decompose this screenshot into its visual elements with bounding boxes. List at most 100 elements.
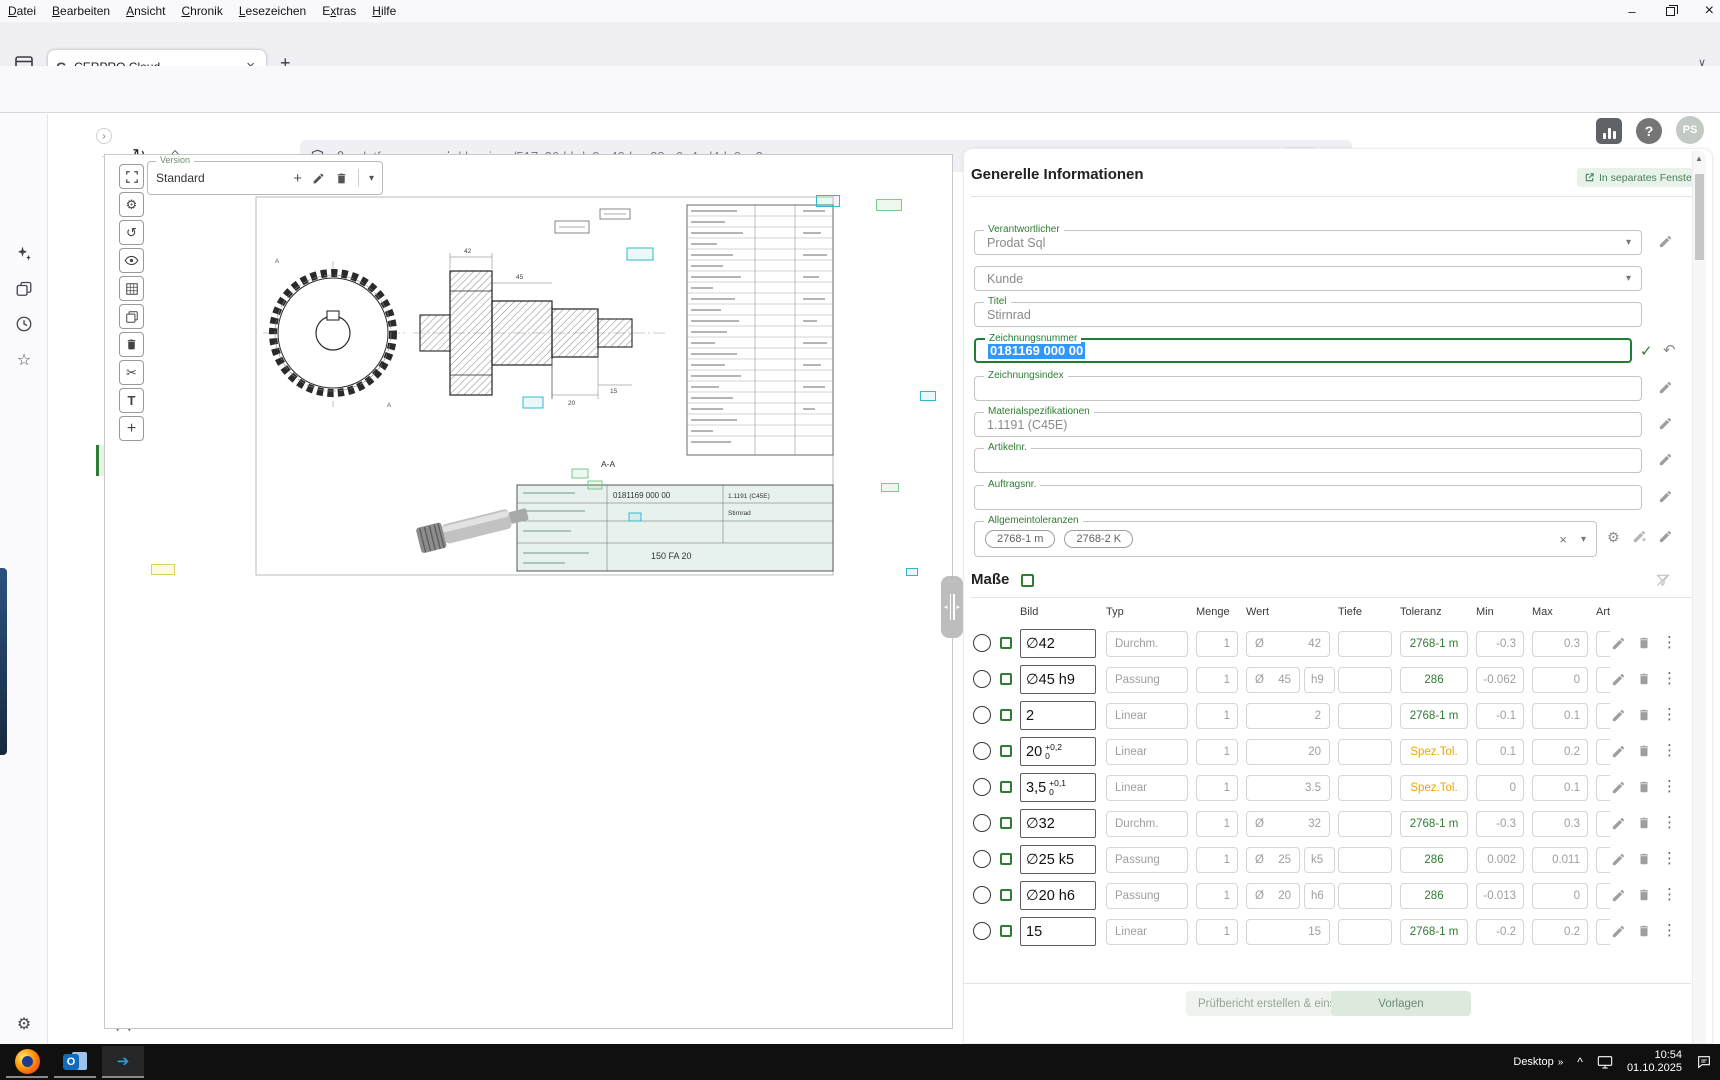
rotate-icon[interactable]: ↺	[119, 220, 144, 245]
measure-tolerance-input[interactable]: Spez.Tol.	[1400, 775, 1468, 801]
measure-more-icon[interactable]: ⋮	[1662, 777, 1677, 795]
edit-measure-icon[interactable]	[1611, 744, 1626, 759]
measure-radio[interactable]	[973, 670, 991, 688]
measure-checkbox[interactable]	[1000, 925, 1012, 937]
bookmarks-panel-icon[interactable]	[12, 278, 36, 302]
measure-max-input[interactable]: 0.2	[1532, 739, 1588, 765]
add-tolerance-icon[interactable]	[1632, 529, 1647, 544]
menu-ansicht[interactable]: Ansicht	[118, 4, 173, 18]
measure-dimension-preview[interactable]: ∅42	[1020, 629, 1096, 658]
measure-value-input[interactable]: 2	[1246, 703, 1330, 729]
grid-icon[interactable]	[119, 276, 144, 301]
measure-tolerance-input[interactable]: 2768-1 m	[1400, 631, 1468, 657]
edit-version-icon[interactable]	[312, 172, 325, 185]
measure-art-input[interactable]	[1596, 739, 1610, 765]
measure-type-input[interactable]: Passung	[1106, 883, 1188, 909]
measure-dimension-preview[interactable]: ∅20 h6	[1020, 881, 1096, 910]
chevron-down-icon[interactable]: ▾	[1626, 273, 1641, 284]
measure-dimension-preview[interactable]: 2	[1020, 701, 1096, 730]
measure-art-input[interactable]	[1596, 667, 1610, 693]
statistics-icon[interactable]	[1596, 118, 1622, 144]
measure-dimension-preview[interactable]: ∅45 h9	[1020, 665, 1096, 694]
edit-measure-icon[interactable]	[1611, 816, 1626, 831]
measure-max-input[interactable]: 0.1	[1532, 703, 1588, 729]
delete-measure-icon[interactable]	[1637, 708, 1651, 722]
measure-depth-input[interactable]	[1338, 739, 1392, 765]
measure-max-input[interactable]: 0.2	[1532, 919, 1588, 945]
version-select[interactable]: Standard	[156, 171, 283, 185]
menu-bearbeiten[interactable]: Bearbeiten	[44, 4, 118, 18]
text-tool-icon[interactable]: T	[119, 388, 144, 413]
measure-max-input[interactable]: 0	[1532, 667, 1588, 693]
measure-value-input[interactable]: Ø32	[1246, 811, 1330, 837]
measure-art-input[interactable]	[1596, 703, 1610, 729]
measure-more-icon[interactable]: ⋮	[1662, 813, 1677, 831]
taskbar-firefox-icon[interactable]	[6, 1046, 48, 1078]
measure-art-input[interactable]	[1596, 811, 1610, 837]
taskbar-app-icon[interactable]: ➔	[102, 1046, 144, 1078]
measure-more-icon[interactable]: ⋮	[1662, 921, 1677, 939]
version-dropdown-icon[interactable]: ▾	[369, 173, 374, 184]
display-icon[interactable]	[1597, 1055, 1613, 1069]
clear-icon[interactable]: ×	[1559, 532, 1567, 547]
measure-type-input[interactable]: Linear	[1106, 703, 1188, 729]
scroll-up-icon[interactable]: ▲	[1695, 154, 1703, 163]
measure-dimension-preview[interactable]: 20+0,20	[1020, 737, 1096, 766]
measure-checkbox[interactable]	[1000, 853, 1012, 865]
measure-value-input[interactable]: 3.5	[1246, 775, 1330, 801]
edit-verantwortlicher-icon[interactable]	[1658, 234, 1673, 249]
measure-radio[interactable]	[973, 778, 991, 796]
delete-measure-icon[interactable]	[1637, 744, 1651, 758]
measure-checkbox[interactable]	[1000, 781, 1012, 793]
field-zeichnungsnummer[interactable]: Zeichnungsnummer 0181169 000 00	[974, 338, 1632, 363]
measure-depth-input[interactable]	[1338, 847, 1392, 873]
menu-extras[interactable]: Extras	[314, 4, 364, 18]
measure-art-input[interactable]	[1596, 847, 1610, 873]
measure-quantity-input[interactable]: 1	[1196, 811, 1238, 837]
measure-value-input[interactable]: Ø20	[1246, 883, 1300, 909]
edit-measure-icon[interactable]	[1611, 672, 1626, 687]
scissors-icon[interactable]: ✂	[119, 360, 144, 385]
measure-min-input[interactable]: -0.2	[1476, 919, 1524, 945]
measure-art-input[interactable]	[1596, 919, 1610, 945]
field-titel[interactable]: Titel Stirnrad	[974, 302, 1642, 327]
measure-radio[interactable]	[973, 850, 991, 868]
measure-checkbox[interactable]	[1000, 673, 1012, 685]
measure-checkbox[interactable]	[1000, 637, 1012, 649]
edit-measure-icon[interactable]	[1611, 924, 1626, 939]
measure-checkbox[interactable]	[1000, 709, 1012, 721]
measure-dimension-preview[interactable]: 3,5+0,10	[1020, 773, 1096, 802]
field-kunde[interactable]: Kunde ▾	[974, 266, 1642, 291]
edit-measure-icon[interactable]	[1611, 780, 1626, 795]
measure-checkbox[interactable]	[1000, 889, 1012, 901]
avatar[interactable]: PS	[1676, 116, 1704, 144]
tolerance-settings-gear-icon[interactable]: ⚙	[1607, 529, 1620, 546]
measure-radio[interactable]	[973, 706, 991, 724]
measure-depth-input[interactable]	[1338, 811, 1392, 837]
field-auftragsnr[interactable]: Auftragsnr.	[974, 485, 1642, 510]
measure-tolerance-input[interactable]: 286	[1400, 883, 1468, 909]
measure-checkbox[interactable]	[1000, 745, 1012, 757]
measure-value-input[interactable]: Ø45	[1246, 667, 1300, 693]
field-zeichnungsindex[interactable]: Zeichnungsindex	[974, 376, 1642, 401]
measure-tolerance-input[interactable]: 286	[1400, 667, 1468, 693]
measure-quantity-input[interactable]: 1	[1196, 775, 1238, 801]
measure-min-input[interactable]: 0	[1476, 775, 1524, 801]
delete-measure-icon[interactable]	[1637, 816, 1651, 830]
ai-chatbot-icon[interactable]	[12, 242, 36, 266]
measure-quantity-input[interactable]: 1	[1196, 919, 1238, 945]
measure-art-input[interactable]	[1596, 775, 1610, 801]
visibility-eye-icon[interactable]	[119, 248, 144, 273]
menu-hilfe[interactable]: Hilfe	[364, 4, 404, 18]
drawing-canvas[interactable]: Version Standard + ▾ ⚙ ↺	[104, 154, 953, 1029]
measure-min-input[interactable]: 0.002	[1476, 847, 1524, 873]
delete-measure-icon[interactable]	[1637, 780, 1651, 794]
measure-tolerance-input[interactable]: Spez.Tol.	[1400, 739, 1468, 765]
measure-min-input[interactable]: -0.013	[1476, 883, 1524, 909]
delete-measure-icon[interactable]	[1637, 672, 1651, 686]
notifications-icon[interactable]	[1696, 1054, 1712, 1070]
fit-view-icon[interactable]	[119, 164, 144, 189]
undo-icon[interactable]: ↶	[1663, 341, 1676, 359]
measure-min-input[interactable]: -0.3	[1476, 811, 1524, 837]
templates-button[interactable]: Vorlagen	[1331, 991, 1471, 1016]
